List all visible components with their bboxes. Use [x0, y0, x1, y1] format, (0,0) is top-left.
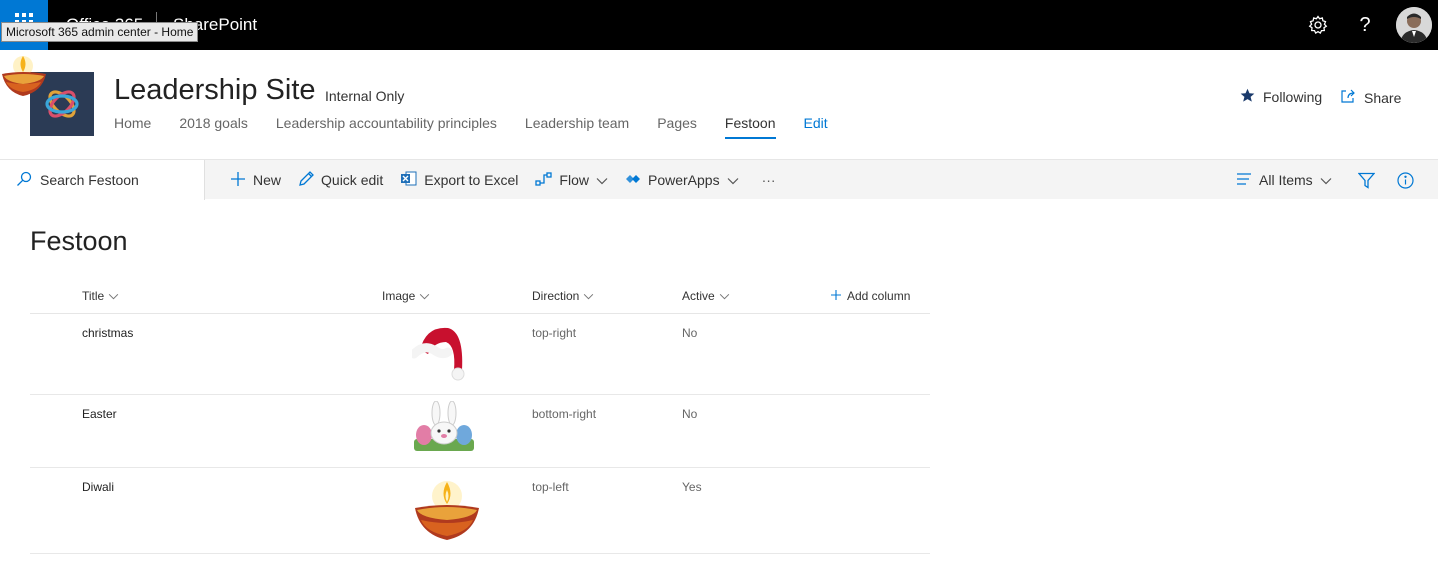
share-button[interactable]: Share: [1340, 88, 1401, 107]
chevron-down-icon: [1320, 172, 1332, 188]
easter-bunny-image: [412, 400, 476, 456]
search-input[interactable]: Search Festoon: [40, 172, 139, 188]
avatar[interactable]: [1396, 7, 1432, 43]
list-view-icon: [1236, 172, 1252, 188]
help-icon[interactable]: ?: [1352, 12, 1378, 38]
column-header-label: Direction: [532, 289, 580, 303]
star-icon: [1240, 88, 1255, 106]
view-label: All Items: [1259, 172, 1313, 188]
site-classification: Internal Only: [325, 88, 405, 104]
share-icon: [1340, 88, 1356, 107]
suite-bar: Office 365 SharePoint ?: [0, 0, 1438, 50]
plus-icon: [831, 289, 841, 303]
diya-lamp-icon: [0, 52, 50, 100]
chevron-down-icon: [719, 289, 730, 303]
powerapps-icon: [625, 172, 641, 189]
site-title[interactable]: Leadership Site: [114, 74, 316, 107]
column-header-label: Title: [82, 289, 105, 303]
filter-icon[interactable]: [1357, 172, 1375, 189]
column-header-image[interactable]: Image: [382, 289, 430, 303]
new-button[interactable]: New: [230, 171, 281, 190]
column-header-label: Image: [382, 289, 416, 303]
nav-edit-link[interactable]: Edit: [804, 113, 828, 143]
cell-active: No: [682, 407, 698, 421]
nav-item-festoon[interactable]: Festoon: [724, 113, 776, 143]
table-row[interactable]: Diwali top-left Yes: [30, 468, 930, 554]
cell-direction: top-right: [532, 326, 577, 340]
site-nav: Home 2018 goals Leadership accountabilit…: [114, 113, 828, 143]
cell-active: Yes: [682, 480, 702, 494]
list-title: Festoon: [30, 226, 128, 256]
export-to-excel-button[interactable]: Export to Excel: [400, 170, 518, 190]
export-label: Export to Excel: [424, 172, 519, 188]
flow-button[interactable]: Flow: [535, 171, 608, 190]
list-header: Title Image Direction Active Add column: [30, 280, 930, 314]
santa-hat-image: [409, 320, 472, 385]
share-label: Share: [1364, 89, 1402, 106]
following-label: Following: [1263, 89, 1323, 105]
nav-item-home[interactable]: Home: [114, 113, 151, 143]
cell-title[interactable]: christmas: [82, 326, 133, 340]
command-bar: Search Festoon New Quick edit Export to …: [0, 159, 1438, 200]
search-box[interactable]: Search Festoon: [0, 160, 205, 200]
cell-title[interactable]: Diwali: [82, 480, 114, 494]
nav-item-pages[interactable]: Pages: [657, 113, 697, 143]
more-button[interactable]: ···: [756, 172, 776, 188]
chevron-down-icon: [419, 289, 430, 303]
following-button[interactable]: Following: [1240, 88, 1322, 106]
quick-edit-button[interactable]: Quick edit: [298, 170, 384, 190]
info-icon[interactable]: [1397, 171, 1414, 189]
powerapps-label: PowerApps: [647, 172, 720, 188]
diya-lamp-image: [414, 474, 480, 543]
powerapps-button[interactable]: PowerApps: [625, 172, 739, 189]
search-icon: [16, 171, 32, 190]
column-header-direction[interactable]: Direction: [532, 289, 594, 303]
column-header-active[interactable]: Active: [682, 289, 730, 303]
nav-item-2018-goals[interactable]: 2018 goals: [179, 113, 248, 143]
chevron-down-icon: [108, 289, 119, 303]
nav-item-leadership-principles[interactable]: Leadership accountability principles: [276, 113, 497, 143]
nav-item-leadership-team[interactable]: Leadership team: [525, 113, 629, 143]
chevron-down-icon: [583, 289, 594, 303]
flow-label: Flow: [559, 172, 589, 188]
table-row[interactable]: Easter bottom-right No: [30, 395, 930, 468]
view-switcher[interactable]: All Items: [1236, 172, 1332, 188]
new-label: New: [253, 172, 282, 188]
pencil-icon: [298, 170, 314, 190]
cell-title[interactable]: Easter: [82, 407, 117, 421]
excel-icon: [400, 170, 417, 190]
plus-icon: [230, 171, 246, 190]
add-column-button[interactable]: Add column: [831, 289, 910, 303]
chevron-down-icon: [596, 172, 608, 188]
table-row[interactable]: christmas top-right No: [30, 314, 930, 395]
cell-direction: bottom-right: [532, 407, 597, 421]
more-icon: ···: [761, 172, 776, 188]
cell-active: No: [682, 326, 698, 340]
tooltip: Microsoft 365 admin center - Home: [1, 22, 199, 42]
flow-icon: [535, 171, 553, 190]
chevron-down-icon: [727, 172, 739, 188]
cell-direction: top-left: [532, 480, 569, 494]
gear-icon[interactable]: [1305, 12, 1331, 38]
add-column-label: Add column: [847, 289, 911, 303]
column-header-title[interactable]: Title: [82, 289, 119, 303]
quick-edit-label: Quick edit: [321, 172, 384, 188]
column-header-label: Active: [682, 289, 715, 303]
